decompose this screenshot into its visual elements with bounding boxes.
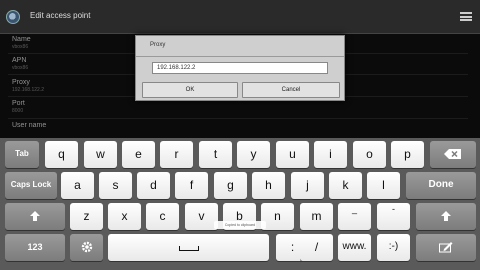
key-t[interactable]: t <box>199 141 232 168</box>
key-s[interactable]: s <box>99 172 132 199</box>
dialog-title: Proxy <box>150 42 166 48</box>
handwriting-key[interactable] <box>416 234 476 261</box>
gear-icon <box>81 241 92 253</box>
clipboard-toast: Copied to clipboard <box>214 221 266 229</box>
key-l[interactable]: l <box>367 172 400 199</box>
menu-icon[interactable] <box>460 12 472 21</box>
key-r[interactable]: r <box>160 141 193 168</box>
space-key[interactable] <box>108 234 269 261</box>
window-title: Edit access point <box>30 11 91 20</box>
key-slash[interactable]: / <box>300 234 333 261</box>
key-k[interactable]: k <box>329 172 362 199</box>
key-c[interactable]: c <box>146 203 179 230</box>
key-u[interactable]: u <box>276 141 309 168</box>
proxy-input[interactable]: 192.168.122.2 <box>152 62 328 74</box>
backspace-icon <box>444 149 461 159</box>
action-bar: Edit access point <box>0 0 480 34</box>
key-w[interactable]: w <box>84 141 117 168</box>
shift-arrow-icon <box>30 211 40 221</box>
key-dash[interactable]: - <box>377 203 410 230</box>
backspace-key[interactable] <box>430 141 476 168</box>
dialog-divider <box>136 56 344 57</box>
key-x[interactable]: x <box>108 203 141 230</box>
shift-arrow-icon <box>441 211 451 221</box>
smiley-key[interactable]: :-) <box>377 234 410 261</box>
tab-key[interactable]: Tab <box>5 141 39 168</box>
shift-right-key[interactable] <box>416 203 476 230</box>
key-o[interactable]: o <box>353 141 386 168</box>
proxy-dialog: Proxy 192.168.122.2 OK Cancel <box>135 35 345 101</box>
key-f[interactable]: f <box>175 172 208 199</box>
key-e[interactable]: e <box>122 141 155 168</box>
key-q[interactable]: q <box>45 141 78 168</box>
cancel-button[interactable]: Cancel <box>242 82 340 98</box>
key-m[interactable]: m <box>300 203 333 230</box>
settings-app-icon[interactable] <box>6 10 20 24</box>
numbers-key[interactable]: 123 <box>5 234 65 261</box>
key-dash-label: - <box>392 204 395 214</box>
key-h[interactable]: h <box>252 172 285 199</box>
key-i[interactable]: i <box>314 141 347 168</box>
key-underscore-label: _ <box>351 204 357 214</box>
settings-key[interactable] <box>70 234 103 261</box>
key-j[interactable]: j <box>291 172 324 199</box>
www-key[interactable]: www. <box>338 234 371 261</box>
shift-left-key[interactable] <box>5 203 65 230</box>
caps-lock-key[interactable]: Caps Lock <box>5 172 57 199</box>
key-g[interactable]: g <box>214 172 247 199</box>
key-z[interactable]: z <box>70 203 103 230</box>
space-bar-icon <box>178 246 199 251</box>
done-key[interactable]: Done <box>406 172 476 199</box>
ok-button[interactable]: OK <box>142 82 238 98</box>
key-y[interactable]: y <box>237 141 270 168</box>
key-d[interactable]: d <box>137 172 170 199</box>
soft-keyboard: Tab q w e r t y u i o p Caps Lock a s d … <box>0 138 480 270</box>
key-a[interactable]: a <box>61 172 94 199</box>
key-underscore[interactable]: _ <box>338 203 371 230</box>
key-p[interactable]: p <box>391 141 424 168</box>
handwriting-icon <box>439 242 453 253</box>
